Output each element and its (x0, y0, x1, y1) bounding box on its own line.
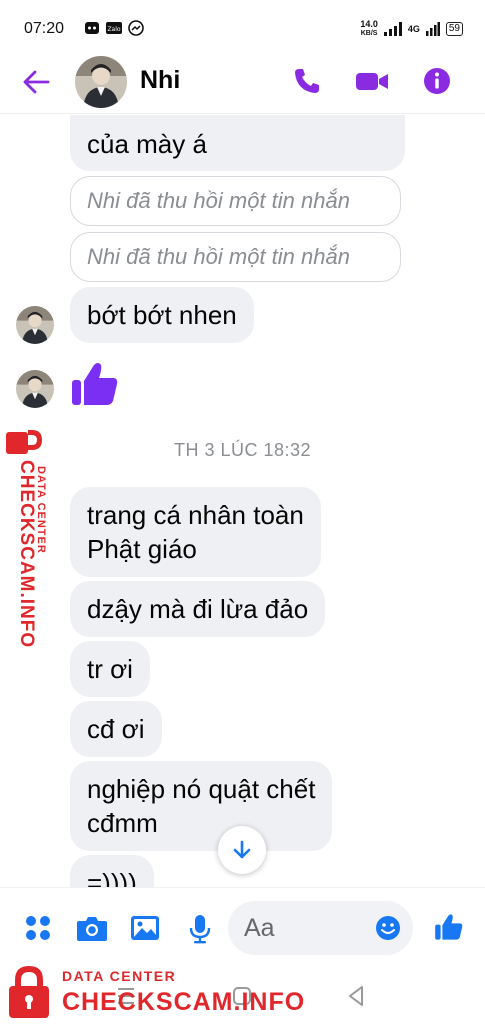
recalled-text: Nhi đã thu hồi một tin nhắn (87, 188, 350, 213)
message-input-placeholder: Aa (244, 914, 275, 942)
recalled-message[interactable]: Nhi đã thu hồi một tin nhắn (70, 176, 401, 226)
watermark-side: CHECKSCAM.INFO DATA CENTER (0, 420, 58, 660)
back-nav-icon[interactable] (346, 985, 366, 1007)
message-list[interactable]: của mày á Nhi đã thu hồi một tin nhắn Nh… (0, 115, 485, 887)
message-bubble[interactable]: cđ ơi (70, 701, 162, 757)
zalo-icon: Zalo (106, 22, 122, 34)
like-button-icon[interactable] (434, 912, 464, 942)
watermark-side-small: DATA CENTER (35, 466, 47, 554)
message-input[interactable]: Aa (228, 901, 413, 955)
watermark-lock-icon (9, 966, 49, 1018)
info-icon[interactable] (422, 66, 452, 96)
scroll-to-bottom-button[interactable] (218, 826, 266, 874)
avatar-image (16, 306, 54, 344)
battery-indicator: 59 (445, 22, 463, 36)
message-text-line: cđmm (87, 808, 158, 838)
phone-call-icon[interactable] (292, 66, 322, 96)
app-notification-icon (85, 22, 99, 34)
recalled-text: Nhi đã thu hồi một tin nhắn (87, 244, 350, 269)
camera-icon[interactable] (76, 914, 108, 942)
watermark-bottom: DATA CENTER CHECKSCAM.INFO (2, 960, 306, 1024)
net-speed-value: 14.0 (360, 19, 378, 29)
watermark-bottom-small: DATA CENTER (62, 968, 177, 984)
message-bubble[interactable]: =)))) (70, 855, 154, 887)
message-bubble[interactable]: bớt bớt nhen (70, 287, 254, 343)
message-text: =)))) (87, 868, 137, 887)
svg-text:Zalo: Zalo (107, 26, 120, 33)
back-arrow-icon[interactable] (22, 68, 50, 96)
recalled-message[interactable]: Nhi đã thu hồi một tin nhắn (70, 232, 401, 282)
message-text-line: nghiệp nó quật chết (87, 774, 316, 804)
status-time: 07:20 (24, 20, 65, 37)
avatar-image (16, 370, 54, 408)
message-text: cđ ơi (87, 714, 145, 744)
watermark-lock-icon (6, 430, 42, 454)
message-text: dzậy mà đi lừa đảo (87, 594, 309, 624)
gallery-icon[interactable] (130, 914, 160, 942)
video-call-icon[interactable] (354, 66, 390, 96)
message-bubble[interactable]: tr ơi (70, 641, 150, 697)
timestamp-divider: TH 3 LÚC 18:32 (173, 440, 312, 460)
message-composer: Aa (0, 887, 485, 969)
emoji-icon[interactable] (375, 915, 401, 941)
watermark-side-text: CHECKSCAM.INFO DATA CENTER (16, 460, 47, 648)
signal-icon (383, 22, 402, 36)
message-bubble[interactable]: nghiệp nó quật chết cđmm (70, 761, 333, 851)
watermark-bottom-main: CHECKSCAM.INFO (62, 988, 306, 1016)
chat-header: Nhi (0, 52, 485, 114)
sender-avatar[interactable] (16, 370, 54, 408)
message-bubble-partial[interactable]: của mày á (70, 115, 405, 171)
contact-name[interactable]: Nhi (140, 66, 180, 95)
message-text-line: trang cá nhân toàn (87, 500, 304, 530)
status-bar: 07:20 Zalo 14.0 KB/S 4G 59 (0, 0, 485, 60)
arrow-down-icon (233, 840, 251, 859)
net-speed: 14.0 KB/S (360, 20, 378, 38)
message-text: của mày á (87, 129, 207, 159)
sender-avatar[interactable] (16, 306, 54, 344)
contact-avatar[interactable] (75, 56, 127, 108)
signal-icon-2 (425, 22, 440, 36)
status-right: 14.0 KB/S 4G 59 (360, 20, 463, 38)
message-bubble[interactable]: trang cá nhân toàn Phật giáo (70, 487, 321, 577)
message-text: tr ơi (87, 654, 133, 684)
message-text-line: Phật giáo (87, 534, 197, 564)
avatar-image (75, 56, 127, 108)
net-speed-unit: KB/S (360, 30, 378, 37)
watermark-side-main: CHECKSCAM.INFO (16, 460, 37, 648)
messenger-notification-icon (128, 20, 144, 36)
message-text: bớt bớt nhen (87, 300, 237, 330)
network-type: 4G (407, 24, 420, 34)
more-apps-icon[interactable] (24, 914, 52, 942)
thumbs-up-sticker-icon[interactable] (70, 359, 120, 409)
microphone-icon[interactable] (188, 914, 212, 944)
message-bubble[interactable]: dzậy mà đi lừa đảo (70, 581, 326, 637)
